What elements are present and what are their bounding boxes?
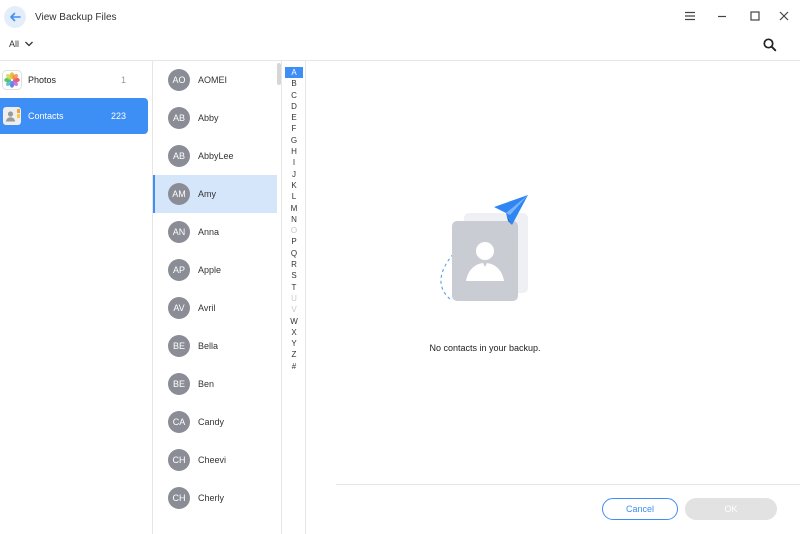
alphabet-letter[interactable]: X	[285, 327, 303, 338]
alphabet-index: A B C D E F G H I J K L M N O P Q R S T U V W X Y Z #	[285, 67, 303, 372]
avatar: BE	[168, 335, 190, 357]
contact-name: AbbyLee	[198, 151, 234, 161]
ok-button[interactable]: OK	[685, 498, 777, 520]
contact-name: AOMEI	[198, 75, 228, 85]
alphabet-letter[interactable]: W	[285, 316, 303, 327]
category-label: Photos	[28, 75, 57, 85]
contact-row[interactable]: CA Candy	[153, 403, 277, 441]
avatar: BE	[168, 373, 190, 395]
alphabet-letter[interactable]: G	[285, 135, 303, 146]
category-label: Contacts	[28, 111, 64, 121]
filter-dropdown[interactable]: All	[9, 39, 34, 49]
contact-name: Cheevi	[198, 455, 227, 465]
alphabet-letter[interactable]: A	[285, 67, 303, 79]
contact-row[interactable]: AV Avril	[153, 289, 277, 327]
avatar: AB	[168, 107, 190, 129]
alphabet-letter[interactable]: U	[285, 293, 303, 304]
empty-state-panel: No contacts in your backup.	[306, 61, 800, 484]
category-item-photos[interactable]: Photos 1	[0, 62, 148, 98]
alphabet-letter[interactable]: P	[285, 236, 303, 247]
alphabet-letter[interactable]: I	[285, 157, 303, 168]
category-sidebar: Photos 1 Contacts 223	[0, 61, 153, 534]
back-button[interactable]	[4, 6, 26, 28]
alphabet-letter[interactable]: H	[285, 146, 303, 157]
alphabet-letter[interactable]: #	[285, 361, 303, 372]
contact-name: Cherly	[198, 493, 225, 503]
minimize-icon	[718, 15, 726, 18]
title-bar: View Backup Files	[0, 0, 800, 34]
footer: Cancel OK	[336, 484, 800, 534]
avatar: CH	[168, 449, 190, 471]
contact-row[interactable]: AO AOMEI	[153, 61, 277, 99]
avatar: AV	[168, 297, 190, 319]
filter-selected-value: All	[9, 39, 20, 49]
empty-state-message: No contacts in your backup.	[429, 343, 541, 353]
contact-list-scrollbar[interactable]	[277, 63, 281, 85]
alphabet-letter[interactable]: E	[285, 112, 303, 123]
contact-row[interactable]: CH Cheevi	[153, 441, 277, 479]
avatar: AN	[168, 221, 190, 243]
cancel-button[interactable]: Cancel	[602, 498, 678, 520]
contact-name: Bella	[198, 341, 219, 351]
alphabet-letter[interactable]: Z	[285, 349, 303, 360]
contact-row[interactable]: AN Anna	[153, 213, 277, 251]
contact-name: Amy	[198, 189, 216, 199]
alphabet-letter[interactable]: J	[285, 169, 303, 180]
contact-row[interactable]: BE Bella	[153, 327, 277, 365]
maximize-icon	[750, 11, 760, 21]
contact-list[interactable]: AO AOMEI AB Abby AB AbbyLee AM Amy AN An…	[153, 61, 282, 534]
alphabet-letter[interactable]: C	[285, 90, 303, 101]
menu-button[interactable]	[680, 7, 700, 25]
search-icon[interactable]	[762, 37, 778, 53]
alphabet-letter[interactable]: D	[285, 101, 303, 112]
category-count: 223	[110, 111, 126, 121]
contacts-icon	[2, 106, 22, 126]
contact-name: Apple	[198, 265, 222, 275]
avatar: AM	[168, 183, 190, 205]
avatar: CA	[168, 411, 190, 433]
contact-name: Candy	[198, 417, 225, 427]
alphabet-letter[interactable]: V	[285, 304, 303, 315]
alphabet-letter[interactable]: M	[285, 203, 303, 214]
alphabet-letter[interactable]: O	[285, 225, 303, 236]
contact-row[interactable]: AB AbbyLee	[153, 137, 277, 175]
alphabet-letter[interactable]: K	[285, 180, 303, 191]
contact-name: Abby	[198, 113, 219, 123]
alphabet-letter[interactable]: F	[285, 123, 303, 134]
contact-name: Anna	[198, 227, 220, 237]
alphabet-letter[interactable]: Q	[285, 248, 303, 259]
contact-row-selected[interactable]: AM Amy	[153, 175, 277, 213]
alphabet-letter[interactable]: T	[285, 282, 303, 293]
maximize-button[interactable]	[745, 7, 765, 25]
window-title: View Backup Files	[35, 12, 117, 23]
alphabet-letter[interactable]: S	[285, 270, 303, 281]
empty-contacts-illustration-icon	[440, 195, 528, 301]
alphabet-letter[interactable]: L	[285, 191, 303, 202]
contact-row[interactable]: AB Abby	[153, 99, 277, 137]
contact-row[interactable]: CH Cherly	[153, 479, 277, 517]
close-button[interactable]	[774, 7, 794, 25]
avatar: AB	[168, 145, 190, 167]
avatar: AP	[168, 259, 190, 281]
contact-row[interactable]: BE Ben	[153, 365, 277, 403]
photos-icon	[2, 70, 22, 90]
close-icon	[779, 11, 789, 21]
avatar: CH	[168, 487, 190, 509]
hamburger-icon	[685, 11, 695, 21]
arrow-left-icon	[10, 12, 21, 22]
contact-row[interactable]: AP Apple	[153, 251, 277, 289]
filter-bar: All	[0, 34, 800, 61]
alphabet-letter[interactable]: B	[285, 78, 303, 89]
alphabet-letter[interactable]: R	[285, 259, 303, 270]
category-count: 1	[120, 75, 126, 85]
minimize-button[interactable]	[712, 7, 732, 25]
contact-name: Avril	[198, 303, 216, 313]
chevron-down-icon	[25, 41, 33, 47]
avatar: AO	[168, 69, 190, 91]
alphabet-letter[interactable]: N	[285, 214, 303, 225]
alphabet-letter[interactable]: Y	[285, 338, 303, 349]
category-item-contacts[interactable]: Contacts 223	[0, 98, 148, 134]
contact-name: Ben	[198, 379, 215, 389]
